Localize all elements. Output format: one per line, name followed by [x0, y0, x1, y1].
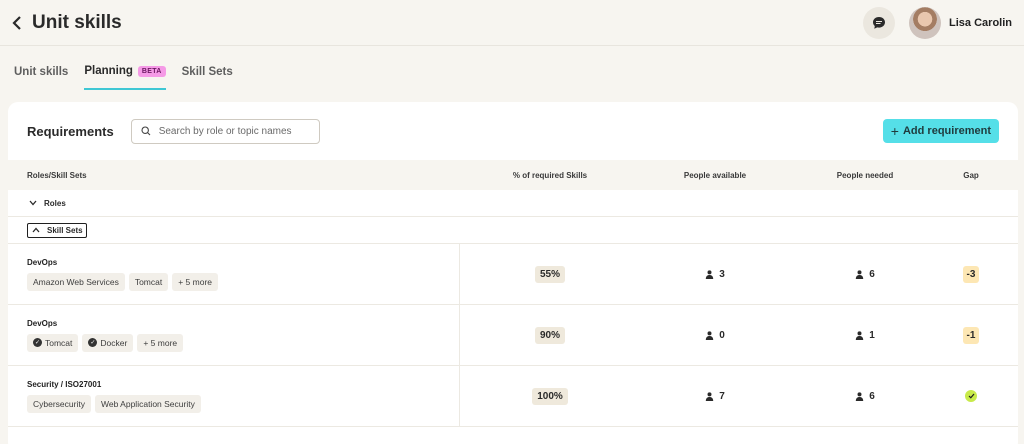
pct-badge: 100% — [532, 387, 568, 405]
tab-planning[interactable]: Planning BETA — [84, 46, 166, 90]
table-row[interactable]: DevOps ✓ Tomcat ✓ Docker + 5 more 90% 0 1 … — [8, 305, 1018, 366]
more-skills-chip[interactable]: + 5 more — [172, 272, 219, 291]
gap-cell: -1 — [940, 305, 1002, 365]
back-button[interactable] — [8, 13, 26, 33]
skill-chip-label: Docker — [100, 337, 128, 348]
group-row-roles: Roles — [8, 190, 1018, 217]
row-name-cell: DevOps ✓ Tomcat ✓ Docker + 5 more — [8, 305, 460, 365]
group-label: Roles — [44, 198, 66, 208]
row-name-cell: DevOps Amazon Web Services Tomcat + 5 mo… — [8, 244, 460, 304]
group-label: Skill Sets — [47, 225, 83, 235]
skill-chip: Tomcat — [128, 272, 169, 291]
tab-unit-skills[interactable]: Unit skills — [14, 46, 68, 90]
available-cell: 0 — [640, 305, 790, 365]
tab-label: Planning — [84, 65, 133, 77]
needed-cell: 6 — [790, 366, 940, 426]
user-name[interactable]: Lisa Carolin — [949, 17, 1012, 29]
tab-bar: Unit skills Planning BETA Skill Sets — [0, 46, 1024, 90]
requirements-title: Requirements — [27, 123, 114, 139]
requirements-header: Requirements + Add requirement — [8, 102, 1018, 160]
column-header-needed: People needed — [836, 170, 894, 180]
skill-chip: Web Application Security — [94, 394, 201, 413]
column-header-pct: % of required Skills — [512, 170, 588, 180]
top-bar: Unit skills Lisa Carolin — [0, 0, 1024, 46]
person-icon — [706, 391, 714, 401]
gap-cell: -3 — [940, 244, 1002, 304]
check-circle-icon — [965, 390, 977, 402]
search-icon — [141, 126, 151, 136]
chevron-left-icon — [12, 15, 21, 30]
column-header-available: People available — [683, 170, 747, 180]
needed-count: 6 — [869, 268, 875, 280]
skill-chip: Cybersecurity — [27, 394, 91, 413]
check-icon: ✓ — [33, 338, 42, 347]
available-cell: 3 — [640, 244, 790, 304]
more-skills-chip[interactable]: + 5 more — [137, 333, 184, 352]
skill-chips: Cybersecurity Web Application Security — [27, 394, 459, 413]
skill-chips: Amazon Web Services Tomcat + 5 more — [27, 272, 459, 291]
table-header: Roles/Skill Sets % of required Skills Pe… — [8, 160, 1018, 190]
avatar[interactable] — [909, 6, 942, 39]
needed-count: 1 — [869, 329, 875, 341]
skill-chips: ✓ Tomcat ✓ Docker + 5 more — [27, 333, 459, 352]
gap-cell — [940, 366, 1002, 426]
role-name: Security / ISO27001 — [27, 379, 102, 389]
roles-toggle[interactable]: Roles — [27, 199, 66, 208]
person-icon — [856, 269, 864, 279]
gap-badge: -3 — [962, 265, 980, 283]
skill-chip: Amazon Web Services — [27, 272, 125, 291]
add-requirement-label: Add requirement — [902, 125, 991, 137]
chat-icon — [873, 16, 886, 29]
pct-badge: 55% — [534, 265, 565, 283]
needed-cell: 1 — [790, 305, 940, 365]
column-header-gap: Gap — [963, 170, 979, 180]
beta-badge: BETA — [137, 65, 166, 77]
page-title: Unit skills — [32, 11, 122, 33]
person-icon — [856, 330, 864, 340]
table-row[interactable]: Security / ISO27001 Cybersecurity Web Ap… — [8, 366, 1018, 427]
tab-label: Skill Sets — [181, 66, 233, 78]
chevron-up-icon — [30, 226, 42, 235]
table-row[interactable]: DevOps Amazon Web Services Tomcat + 5 mo… — [8, 244, 1018, 305]
person-icon — [856, 391, 864, 401]
search-box[interactable] — [130, 118, 320, 144]
role-name: DevOps — [27, 257, 58, 267]
column-header-roles: Roles/Skill Sets — [27, 170, 87, 180]
tab-label: Unit skills — [14, 66, 69, 78]
check-icon: ✓ — [88, 338, 98, 347]
skill-chip-label: Tomcat — [45, 337, 73, 348]
available-count: 7 — [719, 390, 725, 402]
plus-icon: + — [890, 123, 899, 139]
search-input[interactable] — [158, 125, 309, 137]
pct-cell: 90% — [460, 305, 640, 365]
pct-cell: 100% — [460, 366, 640, 426]
needed-count: 6 — [869, 390, 875, 402]
skill-chip: ✓ Tomcat — [27, 333, 79, 352]
pct-badge: 90% — [534, 326, 565, 344]
needed-cell: 6 — [790, 244, 940, 304]
chat-button[interactable] — [863, 6, 896, 39]
person-icon — [706, 269, 714, 279]
row-name-cell: Security / ISO27001 Cybersecurity Web Ap… — [8, 366, 460, 426]
requirements-card: Requirements + Add requirement Roles/Ski… — [8, 102, 1018, 444]
chevron-down-icon — [27, 199, 39, 208]
tab-skill-sets[interactable]: Skill Sets — [182, 46, 233, 90]
available-cell: 7 — [640, 366, 790, 426]
skill-sets-toggle[interactable]: Skill Sets — [27, 222, 87, 238]
group-row-skill-sets: Skill Sets — [8, 217, 1018, 244]
available-count: 0 — [719, 329, 725, 341]
gap-badge: -1 — [962, 326, 980, 344]
add-requirement-button[interactable]: + Add requirement — [882, 119, 999, 143]
skill-chip: ✓ Docker — [82, 333, 134, 352]
person-icon — [706, 330, 714, 340]
available-count: 3 — [719, 268, 725, 280]
pct-cell: 55% — [460, 244, 640, 304]
role-name: DevOps — [27, 318, 58, 328]
